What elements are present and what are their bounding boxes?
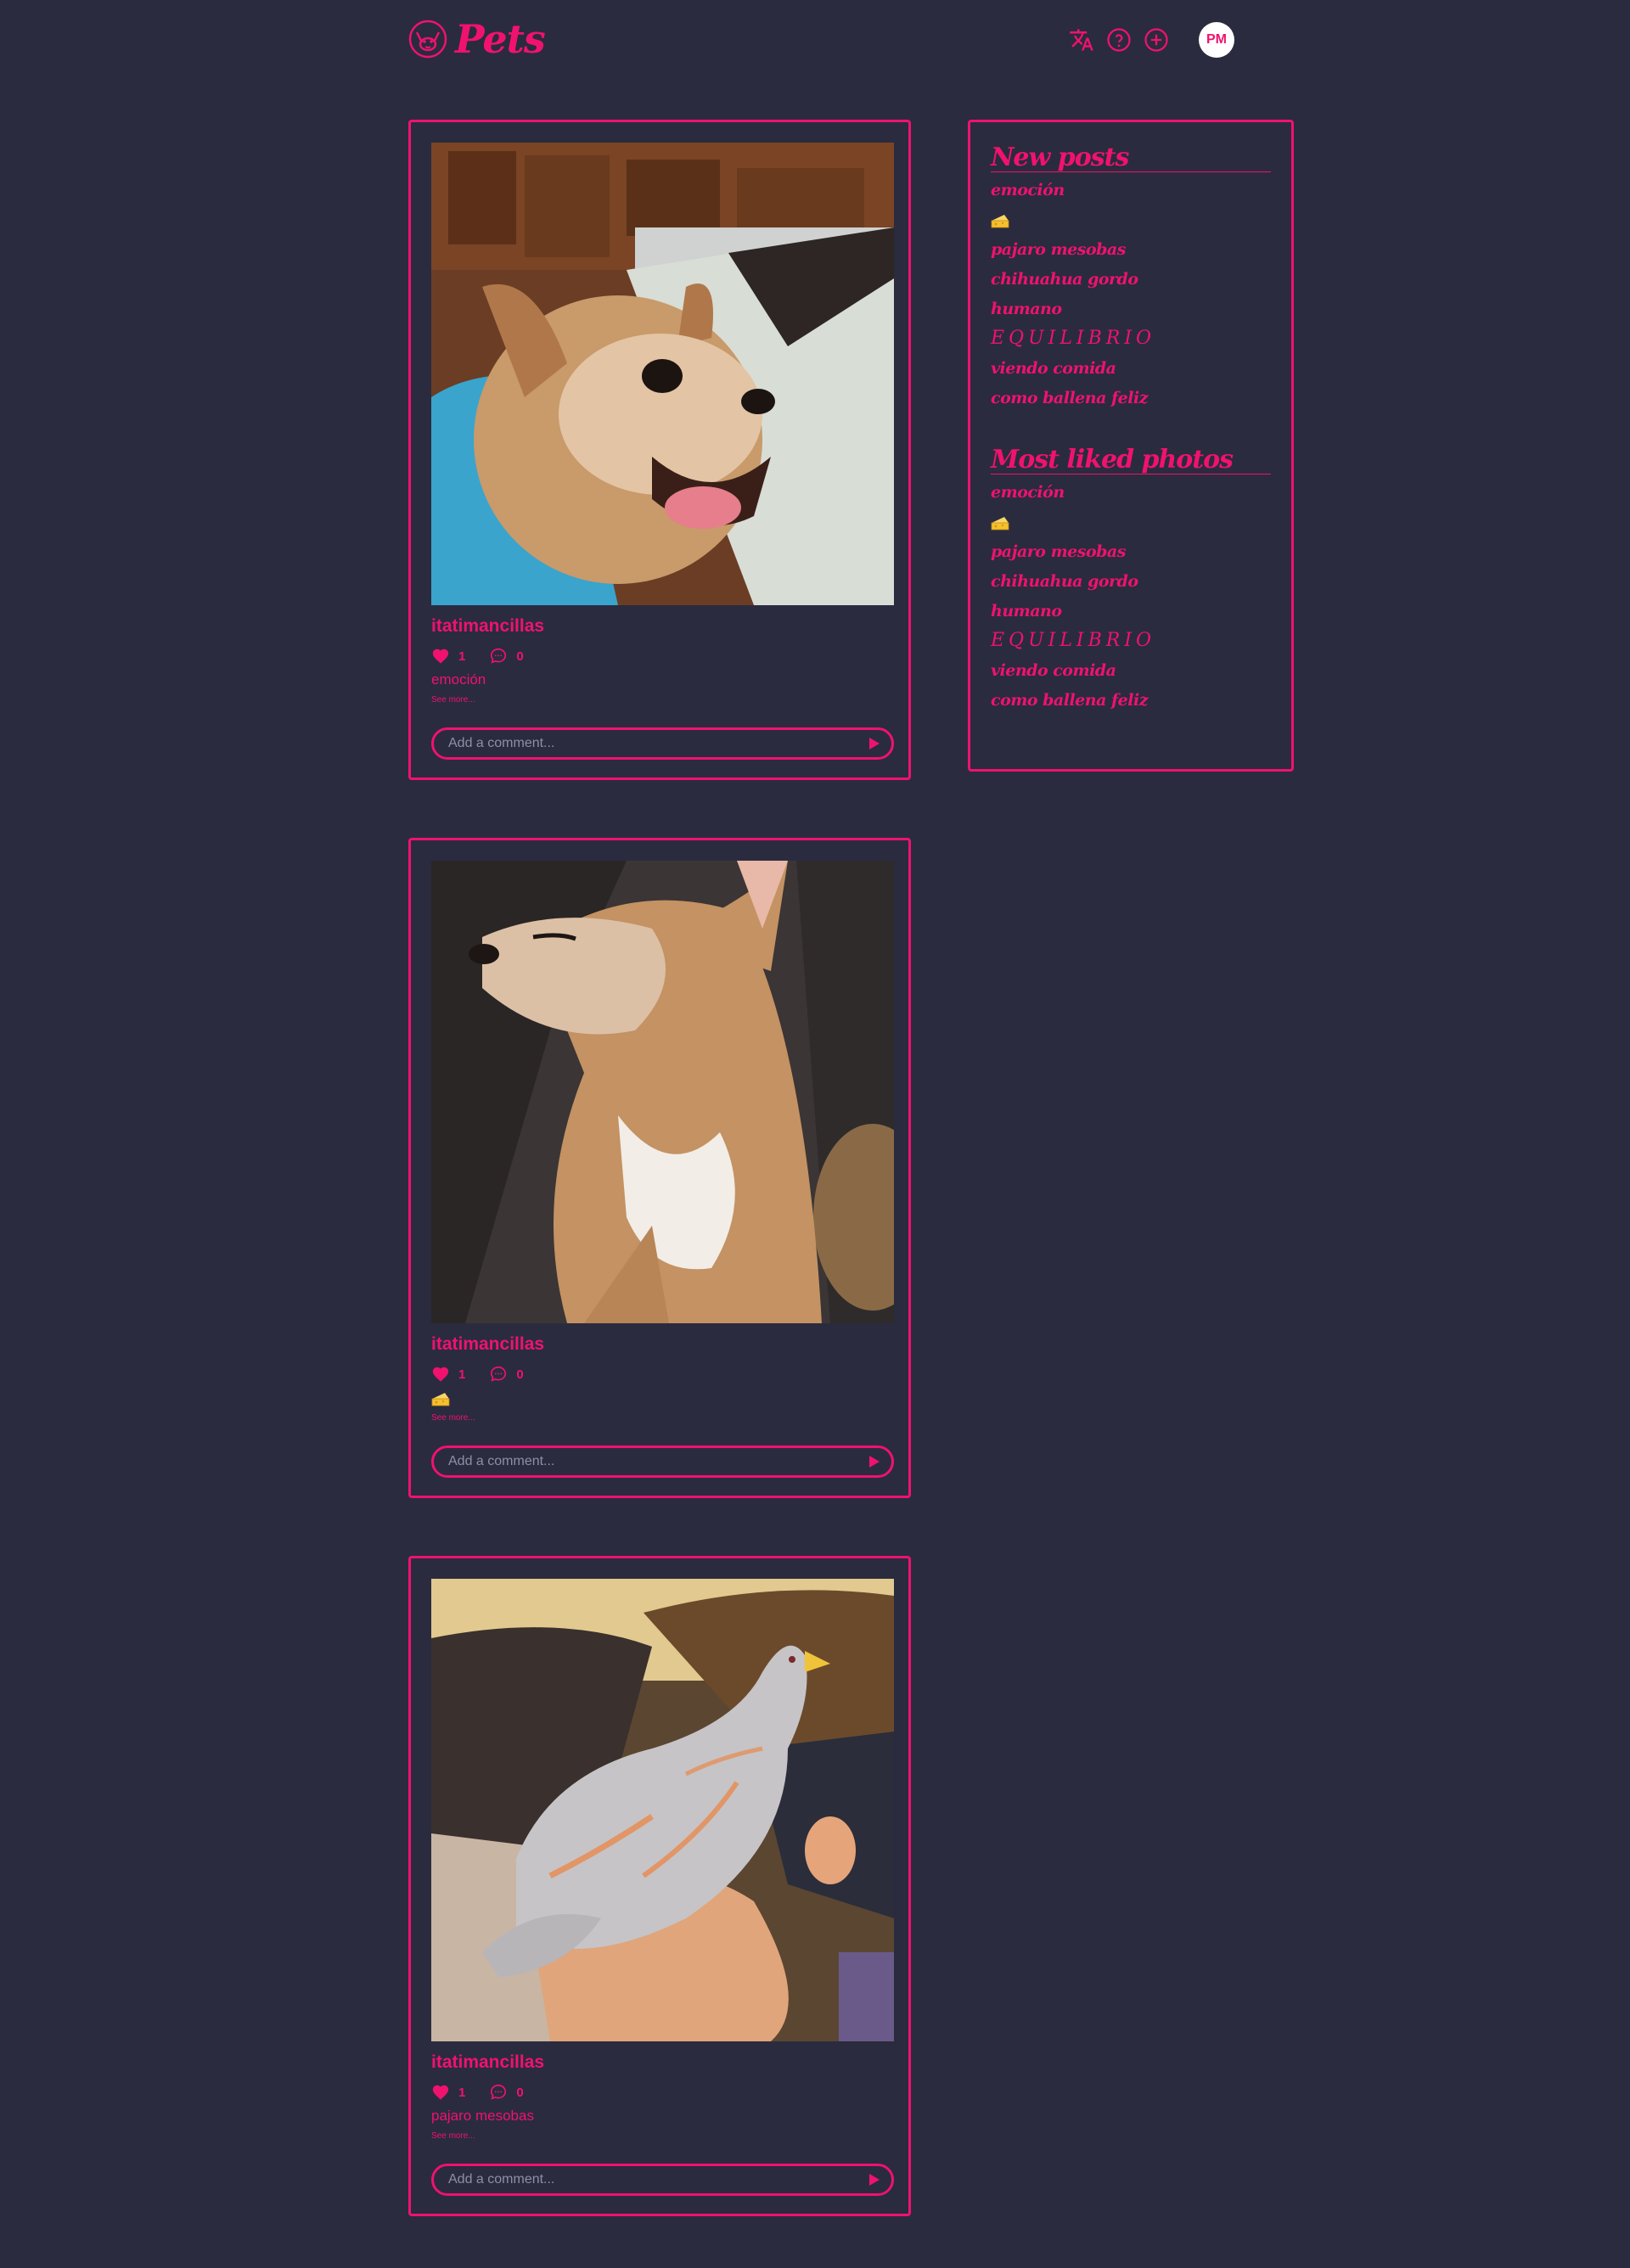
post-card: itatimancillas 1 0 pajaro mesobas See mo… (408, 1556, 911, 2216)
heart-icon (432, 1367, 449, 1382)
new-post-item[interactable]: viendo comida (991, 354, 1271, 384)
see-more-link[interactable]: See more... (431, 695, 475, 705)
new-post-item[interactable]: pajaro mesobas (991, 235, 1271, 265)
header-actions: PM (1068, 22, 1234, 58)
new-post-item[interactable] (991, 205, 1271, 235)
comment-count: 0 (516, 648, 524, 664)
post-stats: 1 0 (431, 647, 548, 665)
most-liked-item[interactable]: como ballena feliz (991, 686, 1271, 716)
comment-bubble-icon (491, 1366, 507, 1382)
post-card: itatimancillas 1 0 emoción See more... (408, 120, 911, 780)
post-username[interactable]: itatimancillas (431, 1334, 544, 1355)
comment-bubble-icon (491, 648, 507, 664)
comment-form (431, 2164, 894, 2196)
translate-icon (1070, 29, 1093, 51)
logo-text: Pets (455, 16, 546, 62)
post-stats: 1 0 (431, 2083, 548, 2102)
new-post-item[interactable]: emoción (991, 176, 1271, 205)
pet-face-logo-icon (408, 20, 447, 59)
comments-button[interactable]: 0 (489, 2083, 524, 2102)
comment-form (431, 727, 894, 760)
post-photo-ceramic-bird[interactable] (431, 1579, 894, 2041)
most-liked-item[interactable]: EQUILIBRIO (991, 626, 1271, 656)
comment-form (431, 1446, 894, 1478)
post-photo-chihuahua-sleeping[interactable] (431, 861, 894, 1323)
post-username[interactable]: itatimancillas (431, 616, 544, 637)
most-liked-section: Most liked photos emoción pajaro mesobas… (991, 446, 1271, 716)
like-button[interactable]: 1 (431, 647, 465, 665)
send-arrow-icon[interactable] (869, 2174, 880, 2186)
like-count: 1 (458, 1367, 466, 1382)
translate-button[interactable] (1068, 26, 1095, 53)
heart-icon (432, 648, 449, 664)
like-button[interactable]: 1 (431, 2083, 465, 2102)
post-card: itatimancillas 1 0 See more... (408, 838, 911, 1498)
logo[interactable]: Pets (408, 16, 546, 62)
most-liked-item[interactable]: viendo comida (991, 656, 1271, 686)
post-username[interactable]: itatimancillas (431, 2052, 544, 2073)
cheese-emoji-icon (991, 517, 1009, 531)
post-stats: 1 0 (431, 1365, 548, 1384)
comments-button[interactable]: 0 (489, 647, 524, 665)
add-post-button[interactable] (1143, 26, 1170, 53)
comment-input[interactable] (434, 1453, 869, 1470)
user-avatar[interactable]: PM (1199, 22, 1234, 58)
comment-input[interactable] (434, 2171, 869, 2188)
comment-count: 0 (516, 2085, 524, 2100)
new-post-item[interactable]: EQUILIBRIO (991, 324, 1271, 354)
most-liked-list: emoción pajaro mesobas chihuahua gordo h… (991, 478, 1271, 716)
help-icon (1107, 28, 1131, 52)
see-more-link[interactable]: See more... (431, 1413, 475, 1423)
new-posts-title: New posts (991, 143, 1271, 172)
like-button[interactable]: 1 (431, 1365, 465, 1384)
most-liked-item[interactable]: pajaro mesobas (991, 537, 1271, 567)
like-count: 1 (458, 2085, 466, 2100)
like-count: 1 (458, 648, 466, 664)
new-posts-list: emoción pajaro mesobas chihuahua gordo h… (991, 176, 1271, 413)
sidebar: New posts emoción pajaro mesobas chihuah… (968, 120, 1294, 772)
post-photo-image (431, 1579, 894, 2041)
new-posts-section: New posts emoción pajaro mesobas chihuah… (991, 143, 1271, 413)
post-caption: pajaro mesobas (431, 2108, 534, 2124)
see-more-link[interactable]: See more... (431, 2131, 475, 2141)
post-photo-image (431, 143, 894, 605)
post-caption (431, 1389, 450, 1406)
heart-icon (432, 2085, 449, 2100)
new-post-item[interactable]: chihuahua gordo (991, 265, 1271, 295)
help-button[interactable] (1105, 26, 1133, 53)
post-photo-image (431, 861, 894, 1323)
comments-button[interactable]: 0 (489, 1365, 524, 1384)
cheese-emoji-icon (431, 1392, 450, 1406)
most-liked-item[interactable]: emoción (991, 478, 1271, 508)
most-liked-item[interactable]: humano (991, 597, 1271, 626)
most-liked-title: Most liked photos (991, 446, 1271, 474)
post-caption: emoción (431, 671, 486, 688)
comment-count: 0 (516, 1367, 524, 1382)
send-arrow-icon[interactable] (869, 738, 880, 749)
new-post-item[interactable]: como ballena feliz (991, 384, 1271, 413)
cheese-emoji-icon (991, 215, 1009, 228)
new-post-item[interactable]: humano (991, 295, 1271, 324)
most-liked-item[interactable] (991, 508, 1271, 537)
send-arrow-icon[interactable] (869, 1456, 880, 1468)
post-photo-chihuahua-smiling[interactable] (431, 143, 894, 605)
comment-bubble-icon (491, 2084, 507, 2100)
most-liked-item[interactable]: chihuahua gordo (991, 567, 1271, 597)
comment-input[interactable] (434, 735, 869, 752)
add-post-icon (1144, 28, 1168, 52)
